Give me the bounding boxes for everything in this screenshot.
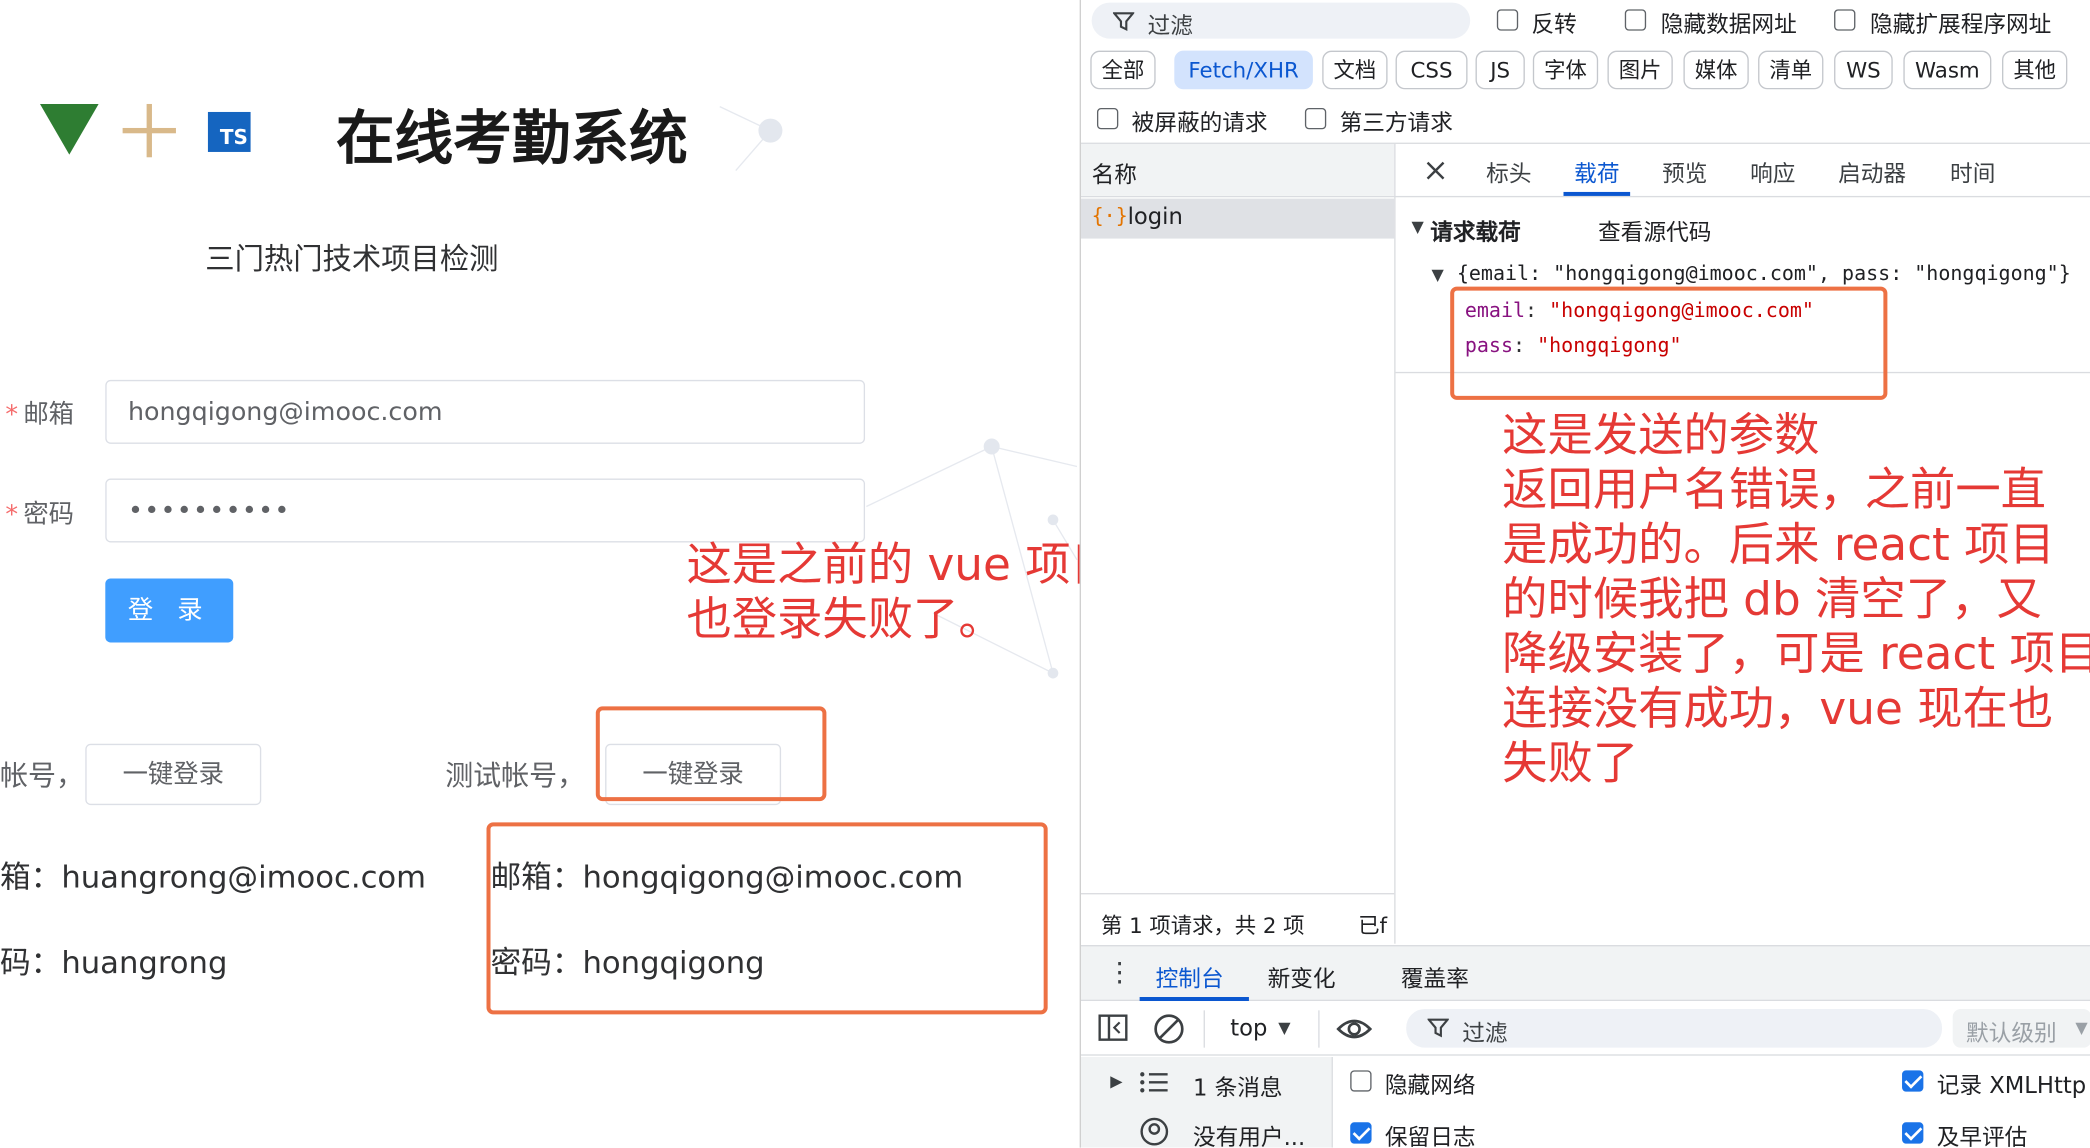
sidebar-toggle-icon[interactable] — [1098, 1014, 1128, 1041]
eye-icon[interactable] — [1336, 1016, 1373, 1043]
test-account-1-password: 码：huangrong — [0, 946, 228, 982]
drawer-tab-coverage[interactable]: 覆盖率 — [1401, 960, 1469, 993]
log-xmlhttp-checkbox[interactable] — [1902, 1070, 1924, 1092]
drawer-tab-bar: ⋮ 控制台 新变化 覆盖率 — [1080, 945, 2090, 1002]
user-icon — [1140, 1117, 1169, 1146]
chevron-down-icon: ▼ — [2075, 1018, 2088, 1037]
highlight-box-quick-login — [595, 706, 827, 802]
chevron-down-icon[interactable]: ▼ — [1278, 1018, 1290, 1037]
type-filter-doc[interactable]: 文档 — [1322, 50, 1388, 90]
toolbar-separator — [1203, 1010, 1205, 1048]
app-page: TS 在线考勤系统 三门热门技术项目检测 * 邮箱 hongqigong@imoo… — [0, 0, 1080, 1148]
more-tools-icon[interactable]: ⋮ — [1106, 956, 1133, 988]
type-filter-ws[interactable]: WS — [1834, 50, 1893, 90]
annotation-left: 这是之前的 vue 项目， 也登录失败了。 — [686, 538, 1079, 647]
tab-payload[interactable]: 载荷 — [1574, 155, 1619, 188]
tab-preview[interactable]: 预览 — [1662, 155, 1707, 188]
type-filter-wasm[interactable]: Wasm — [1903, 50, 1992, 90]
drawer-tab-console[interactable]: 控制台 — [1156, 960, 1224, 993]
collapse-triangle-icon[interactable]: ▼ — [1412, 217, 1424, 236]
page-title: 在线考勤系统 — [335, 105, 688, 174]
test-account-1-email: 箱：huangrong@imooc.com — [0, 861, 427, 896]
active-tab-indicator — [1563, 191, 1631, 196]
log-xmlhttp-label: 记录 XMLHttp — [1936, 1072, 2087, 1100]
name-column-header[interactable]: 名称 — [1080, 143, 1395, 196]
quick-login-button-1[interactable]: 一键登录 — [85, 743, 262, 806]
email-label: * 邮箱 — [5, 399, 74, 430]
payload-section-title[interactable]: 请求载荷 — [1430, 213, 1521, 247]
list-icon — [1140, 1072, 1168, 1093]
toolbar-separator — [1318, 1010, 1320, 1048]
type-filter-img[interactable]: 图片 — [1607, 50, 1673, 90]
tab-headers[interactable]: 标头 — [1486, 155, 1531, 188]
type-filter-manifest[interactable]: 清单 — [1758, 50, 1824, 90]
highlight-box-credentials — [486, 822, 1048, 1015]
hide-network-checkbox[interactable] — [1350, 1070, 1372, 1092]
highlight-box-payload — [1450, 286, 1888, 400]
preserve-log-label: 保留日志 — [1384, 1124, 1476, 1148]
close-details-icon[interactable] — [1424, 159, 1448, 183]
expand-triangle-icon[interactable]: ▼ — [1432, 265, 1444, 284]
eager-evaluation-checkbox[interactable] — [1902, 1122, 1924, 1144]
split-divider[interactable] — [1394, 143, 1396, 944]
devtools-panel: 过滤 反转 隐藏数据网址 隐藏扩展程序网址 全部 Fetch/XHR 文档 CS… — [1079, 0, 2090, 1148]
view-source-link[interactable]: 查看源代码 — [1598, 213, 1711, 247]
hide-extension-urls-label: 隐藏扩展程序网址 — [1870, 11, 2052, 39]
drawer-active-indicator — [1139, 997, 1249, 1002]
expand-triangle-icon[interactable]: ▶ — [1110, 1072, 1122, 1091]
invert-checkbox[interactable] — [1496, 9, 1519, 31]
context-selector[interactable]: top — [1230, 1016, 1267, 1043]
filter-icon — [1112, 12, 1135, 32]
email-input[interactable]: hongqigong@imooc.com — [105, 379, 866, 444]
hide-data-urls-label: 隐藏数据网址 — [1660, 11, 1797, 39]
page-subtitle: 三门热门技术项目检测 — [205, 243, 499, 278]
tab-timing[interactable]: 时间 — [1950, 155, 1995, 188]
type-filter-font[interactable]: 字体 — [1532, 50, 1599, 90]
third-party-label: 第三方请求 — [1339, 110, 1453, 138]
typescript-logo-icon: TS — [207, 111, 251, 152]
console-sidebar: ▶ 1 条消息 没有用户... — [1080, 1056, 1332, 1148]
third-party-checkbox[interactable] — [1304, 107, 1327, 130]
request-row-login[interactable]: {·} login — [1080, 198, 1395, 239]
plus-icon — [122, 103, 176, 158]
payload-summary: {email: "hongqigong@imooc.com", pass: "h… — [1456, 261, 2071, 286]
sidebar-user-messages[interactable]: 没有用户... — [1193, 1118, 1305, 1148]
eager-evaluation-label: 及早评估 — [1936, 1124, 2028, 1148]
clear-console-icon[interactable] — [1153, 1013, 1185, 1045]
sidebar-messages[interactable]: 1 条消息 — [1193, 1069, 1283, 1103]
hide-network-label: 隐藏网络 — [1384, 1072, 1476, 1100]
tab-response[interactable]: 响应 — [1750, 155, 1795, 188]
password-label: * 密码 — [5, 499, 74, 530]
console-toolbar: top ▼ 过滤 默认级别 ▼ — [1080, 1002, 2090, 1056]
type-filter-other[interactable]: 其他 — [2002, 50, 2068, 90]
network-filter-input[interactable]: 过滤 — [1091, 2, 1471, 40]
type-filter-js[interactable]: JS — [1475, 50, 1525, 90]
login-button[interactable]: 登 录 — [105, 578, 234, 643]
password-input[interactable]: •••••••••• — [105, 478, 866, 543]
blocked-requests-checkbox[interactable] — [1096, 107, 1119, 130]
invert-label: 反转 — [1531, 11, 1577, 39]
filter-icon — [1427, 1018, 1449, 1038]
blocked-requests-label: 被屏蔽的请求 — [1131, 110, 1268, 138]
type-filter-fetch-xhr[interactable]: Fetch/XHR — [1174, 50, 1313, 90]
log-level-selector[interactable]: 默认级别 ▼ — [1952, 1009, 2090, 1048]
tab-initiator[interactable]: 启动器 — [1838, 155, 1906, 188]
vue-logo-icon — [39, 103, 99, 155]
status-bar: 第 1 项请求，共 2 项 已f — [1080, 893, 1395, 946]
preserve-log-checkbox[interactable] — [1350, 1122, 1372, 1144]
type-filter-media[interactable]: 媒体 — [1683, 50, 1749, 90]
type-filter-all[interactable]: 全部 — [1090, 50, 1156, 90]
test-account-2-label: 测试帐号， — [445, 759, 586, 792]
test-account-1-label: 帐号， — [0, 759, 84, 792]
console-filter-input[interactable]: 过滤 — [1406, 1009, 1943, 1048]
xhr-icon: {·} — [1091, 203, 1128, 228]
hide-data-urls-checkbox[interactable] — [1624, 9, 1647, 31]
hide-extension-urls-checkbox[interactable] — [1834, 9, 1856, 31]
annotation-right: 这是发送的参数 返回用户名错误，之前一直 是成功的。后来 react 项目 的时… — [1502, 409, 2090, 791]
sidebar-divider — [1331, 1056, 1333, 1148]
drawer-tab-changes[interactable]: 新变化 — [1268, 960, 1336, 993]
type-filter-css[interactable]: CSS — [1395, 50, 1468, 90]
